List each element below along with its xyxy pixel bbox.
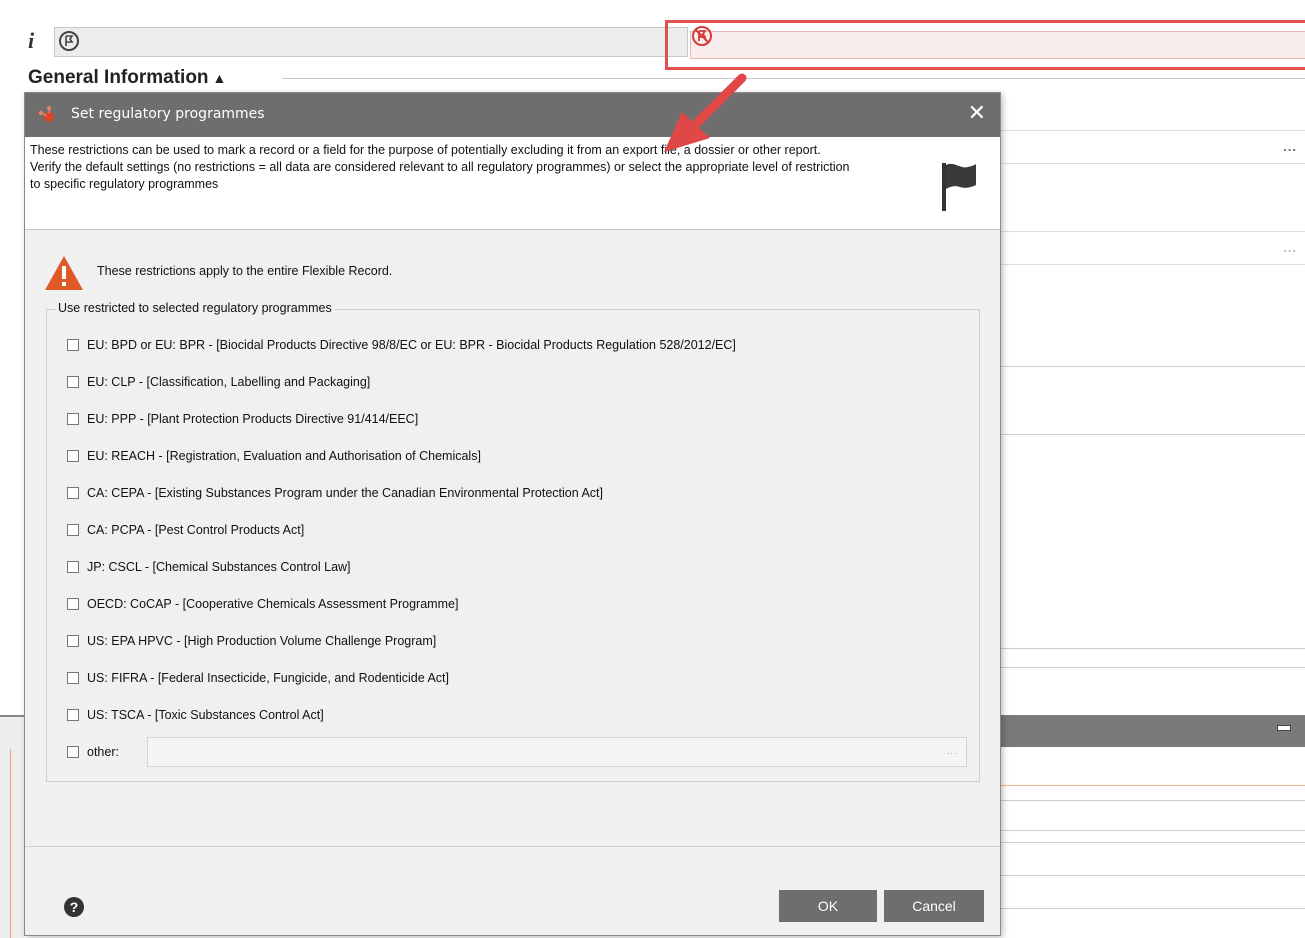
background-panel-header xyxy=(1001,715,1305,747)
background-field-1[interactable]: ... xyxy=(1001,130,1305,164)
more-icon[interactable]: ... xyxy=(1283,240,1297,255)
background-divider xyxy=(1001,785,1305,786)
programme-label: OECD: CoCAP - [Cooperative Chemicals Ass… xyxy=(87,597,459,611)
restricted-flag-icon[interactable] xyxy=(692,26,712,46)
programme-option[interactable]: EU: REACH - [Registration, Evaluation an… xyxy=(67,447,481,465)
programme-option[interactable]: EU: PPP - [Plant Protection Products Dir… xyxy=(67,410,418,428)
dialog-header: These restrictions can be used to mark a… xyxy=(25,137,1000,230)
chevron-up-icon: ▲ xyxy=(212,70,227,86)
info-icon[interactable]: i xyxy=(28,28,34,54)
close-icon[interactable]: ✕ xyxy=(968,101,986,125)
programme-label: CA: PCPA - [Pest Control Products Act] xyxy=(87,523,305,537)
warning-icon xyxy=(45,256,83,290)
background-divider xyxy=(1001,875,1305,876)
restricted-flag-field[interactable] xyxy=(690,31,1305,59)
programme-option[interactable]: EU: BPD or EU: BPR - [Biocidal Products … xyxy=(67,336,736,354)
checkbox[interactable] xyxy=(67,339,79,351)
background-divider xyxy=(1001,667,1305,668)
other-option[interactable]: other: xyxy=(67,743,119,761)
regulatory-flag-field[interactable] xyxy=(54,27,688,57)
more-icon[interactable]: ... xyxy=(1283,139,1297,154)
checkbox[interactable] xyxy=(67,598,79,610)
programme-option[interactable]: CA: PCPA - [Pest Control Products Act] xyxy=(67,521,304,539)
background-left-panel xyxy=(0,715,24,938)
checkbox[interactable] xyxy=(67,413,79,425)
programme-option[interactable]: US: EPA HPVC - [High Production Volume C… xyxy=(67,632,436,650)
checkbox[interactable] xyxy=(67,672,79,684)
background-divider xyxy=(1001,366,1305,367)
ok-button[interactable]: OK xyxy=(779,890,877,922)
checkbox[interactable] xyxy=(67,487,79,499)
programme-label: EU: CLP - [Classification, Labelling and… xyxy=(87,375,371,389)
background-divider xyxy=(1001,434,1305,435)
highlighted-flag-field xyxy=(665,20,1305,70)
flag-icon xyxy=(59,31,79,51)
warning-text: These restrictions apply to the entire F… xyxy=(97,264,393,278)
programme-option[interactable]: OECD: CoCAP - [Cooperative Chemicals Ass… xyxy=(67,595,458,613)
dialog-title: Set regulatory programmes xyxy=(71,106,265,122)
checkbox[interactable] xyxy=(67,746,79,758)
programme-label: CA: CEPA - [Existing Substances Program … xyxy=(87,486,604,500)
background-divider xyxy=(1001,830,1305,831)
background-field-2[interactable]: ... xyxy=(1001,231,1305,265)
programme-option[interactable]: EU: CLP - [Classification, Labelling and… xyxy=(67,373,370,391)
cancel-button[interactable]: Cancel xyxy=(884,890,984,922)
dialog-titlebar[interactable]: Set regulatory programmes ✕ xyxy=(25,93,1000,137)
programme-label: EU: PPP - [Plant Protection Products Dir… xyxy=(87,412,419,426)
section-divider xyxy=(282,78,1305,79)
checkbox[interactable] xyxy=(67,709,79,721)
programme-label: US: EPA HPVC - [High Production Volume C… xyxy=(87,634,437,648)
other-label: other: xyxy=(87,745,119,759)
programme-label: JP: CSCL - [Chemical Substances Control … xyxy=(87,560,351,574)
checkbox[interactable] xyxy=(67,561,79,573)
help-icon[interactable]: ? xyxy=(64,897,84,917)
background-divider xyxy=(1001,648,1305,649)
background-divider xyxy=(1001,842,1305,843)
programmes-group: Use restricted to selected regulatory pr… xyxy=(46,301,980,782)
checkbox[interactable] xyxy=(67,376,79,388)
section-title[interactable]: General Information ▲ xyxy=(28,67,226,89)
checkbox[interactable] xyxy=(67,635,79,647)
programme-label: US: TSCA - [Toxic Substances Control Act… xyxy=(87,708,324,722)
checkbox[interactable] xyxy=(67,524,79,536)
programme-label: EU: BPD or EU: BPR - [Biocidal Products … xyxy=(87,338,736,352)
more-icon[interactable]: ... xyxy=(947,746,958,757)
other-input[interactable]: ... xyxy=(147,737,967,767)
programme-option[interactable]: CA: CEPA - [Existing Substances Program … xyxy=(67,484,603,502)
flag-icon xyxy=(942,163,976,211)
group-legend: Use restricted to selected regulatory pr… xyxy=(56,301,334,315)
checkbox[interactable] xyxy=(67,450,79,462)
programme-option[interactable]: US: TSCA - [Toxic Substances Control Act… xyxy=(67,706,324,724)
programme-label: EU: REACH - [Registration, Evaluation an… xyxy=(87,449,481,463)
dialog-description: These restrictions can be used to mark a… xyxy=(30,143,850,191)
minimize-icon[interactable] xyxy=(1277,725,1291,731)
programme-label: US: FIFRA - [Federal Insecticide, Fungic… xyxy=(87,671,449,685)
app-icon xyxy=(38,106,54,122)
programme-option[interactable]: US: FIFRA - [Federal Insecticide, Fungic… xyxy=(67,669,449,687)
set-regulatory-programmes-dialog: Set regulatory programmes ✕ These restri… xyxy=(24,92,1001,936)
footer-divider xyxy=(25,846,1000,847)
background-divider xyxy=(1001,800,1305,801)
programme-option[interactable]: JP: CSCL - [Chemical Substances Control … xyxy=(67,558,351,576)
background-divider xyxy=(1001,908,1305,909)
